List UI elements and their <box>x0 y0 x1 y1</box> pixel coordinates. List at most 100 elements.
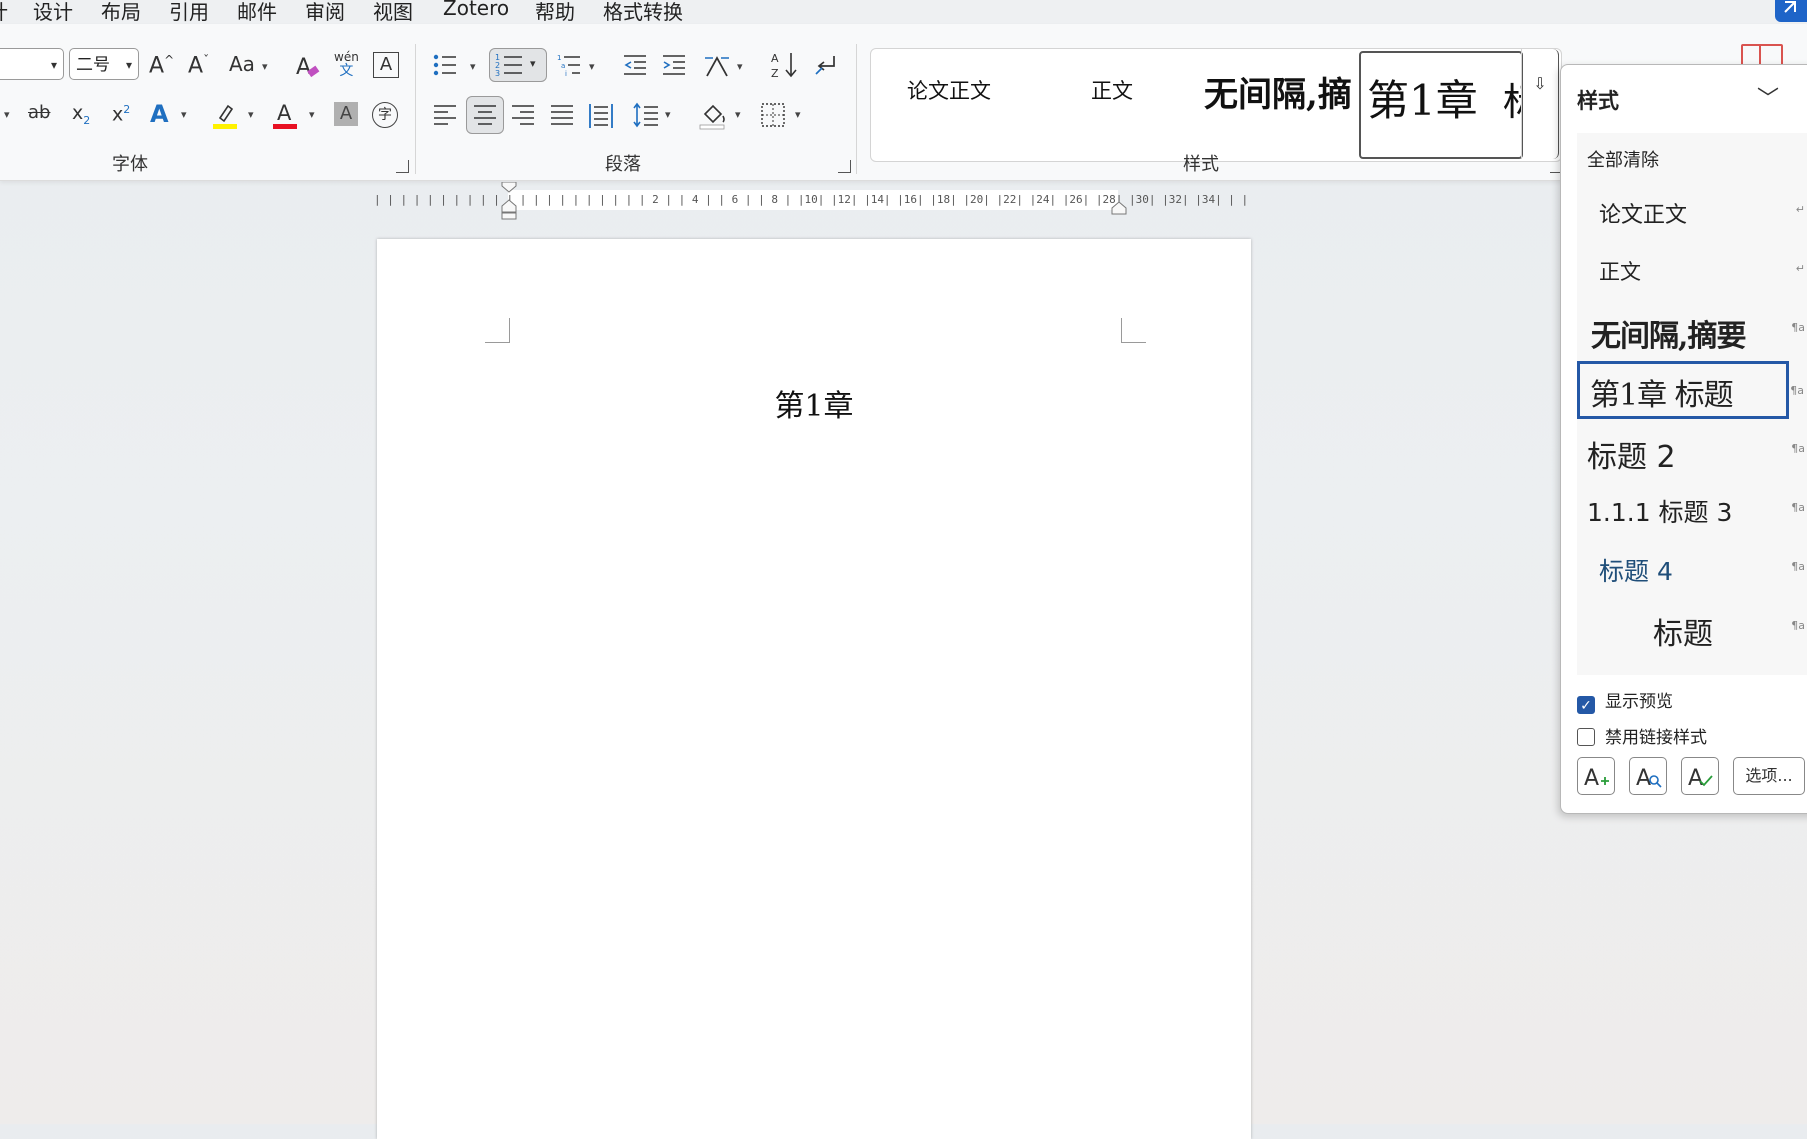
style-item-chapter-selected[interactable]: 第1章 标题 ¶a <box>1577 361 1804 419</box>
strikethrough-icon: ab <box>28 102 51 123</box>
text-effects-button[interactable]: A <box>150 102 169 126</box>
chevron-down-icon[interactable]: ▾ <box>589 60 595 73</box>
font-size-combo[interactable]: 二号 ▾ <box>69 48 139 80</box>
change-case-button[interactable]: Aa <box>229 54 255 74</box>
chapter-heading[interactable]: 第1章 <box>377 381 1251 425</box>
bullets-button[interactable] <box>432 52 458 83</box>
strikethrough-button[interactable]: ab <box>28 104 50 122</box>
menu-design[interactable]: 设计 <box>33 0 73 25</box>
align-right-button[interactable] <box>510 102 536 133</box>
show-marks-button[interactable] <box>812 52 840 83</box>
multilevel-list-button[interactable]: 1ai <box>556 52 582 83</box>
menu-view[interactable]: 视图 <box>373 0 413 25</box>
menu-zotero[interactable]: Zotero <box>443 0 509 20</box>
justify-button[interactable] <box>549 102 575 133</box>
subscript-button[interactable]: x2 <box>72 104 90 126</box>
menu-help[interactable]: 帮助 <box>535 0 575 25</box>
chevron-down-icon[interactable]: ▾ <box>181 108 187 121</box>
font-color-button[interactable]: A <box>272 100 298 135</box>
linked-style-icon: ¶a <box>1791 560 1805 573</box>
document-page[interactable]: 第1章 <box>377 239 1251 1139</box>
font-dialog-launcher-icon[interactable] <box>396 160 409 173</box>
clear-all-item[interactable]: 全部清除 <box>1577 133 1807 183</box>
styles-list[interactable]: 全部清除 论文正文 ↵ 正文 ↵ 无间隔,摘要 ¶a 第1章 标题 ¶a 标题 … <box>1577 133 1807 675</box>
styles-pane: 样式 ﹀ 全部清除 论文正文 ↵ 正文 ↵ 无间隔,摘要 ¶a 第1章 标题 ¶… <box>1560 64 1807 814</box>
group-separator <box>415 44 416 174</box>
manage-styles-button[interactable]: A <box>1681 757 1719 795</box>
highlight-button[interactable] <box>212 100 238 135</box>
right-indent-marker-icon[interactable] <box>1110 200 1130 220</box>
char-border-button[interactable]: A <box>373 52 399 78</box>
font-name-combo[interactable]: ▾ <box>0 48 64 80</box>
numbering-button[interactable]: 123 ▾ <box>489 48 547 82</box>
gallery-style-chapter-selected[interactable]: 第1章 标 <box>1359 51 1523 159</box>
new-style-button[interactable]: A <box>1577 757 1615 795</box>
chevron-down-icon[interactable]: ▾ <box>470 60 476 73</box>
svg-text:1: 1 <box>557 54 561 62</box>
menu-design-partial[interactable]: 计 <box>0 0 8 25</box>
chevron-down-icon[interactable]: ▾ <box>4 108 10 121</box>
linked-style-icon: ¶a <box>1791 619 1805 632</box>
menu-format-convert[interactable]: 格式转换 <box>603 0 683 25</box>
align-left-button[interactable] <box>432 102 458 133</box>
style-inspector-button[interactable]: A <box>1629 757 1667 795</box>
phonetic-guide-button[interactable]: wén 文 <box>334 50 359 78</box>
gallery-style-normal[interactable]: 正文 <box>1091 75 1133 105</box>
menu-references[interactable]: 引用 <box>169 0 209 25</box>
svg-text:A: A <box>1636 766 1651 791</box>
style-item-no-spacing[interactable]: 无间隔,摘要 ¶a <box>1577 301 1807 357</box>
distributed-button[interactable] <box>588 102 614 133</box>
superscript-button[interactable]: x2 <box>112 104 130 124</box>
show-preview-checkbox[interactable]: ✓ 显示预览 <box>1577 687 1673 714</box>
style-item-normal[interactable]: 正文 ↵ <box>1577 242 1807 298</box>
disable-linked-label: 禁用链接样式 <box>1605 728 1707 748</box>
sort-button[interactable]: AZ <box>770 50 798 85</box>
indent-marker-icon[interactable] <box>500 182 520 220</box>
clear-formatting-button[interactable]: A <box>294 52 322 85</box>
style-item-heading-4[interactable]: 标题 4 ¶a <box>1577 540 1807 596</box>
gallery-more-button[interactable]: ⇩ <box>1521 49 1559 159</box>
paragraph-dialog-launcher-icon[interactable] <box>838 160 851 173</box>
style-item-heading-2[interactable]: 标题 2 ¶a <box>1577 422 1807 478</box>
borders-button[interactable] <box>760 102 786 133</box>
chevron-down-icon[interactable]: ▾ <box>735 108 741 121</box>
menu-review[interactable]: 审阅 <box>305 0 345 25</box>
char-shading-button[interactable]: A <box>334 102 358 126</box>
group-separator <box>856 44 857 174</box>
share-button[interactable] <box>1775 0 1807 22</box>
menu-mailings[interactable]: 邮件 <box>237 0 277 25</box>
gallery-style-no-spacing[interactable]: 无间隔,摘 <box>1204 67 1352 116</box>
chinese-layout-button[interactable] <box>703 52 731 83</box>
style-item-thesis-body[interactable]: 论文正文 ↵ <box>1577 183 1807 239</box>
paragraph-group-label: 段落 <box>605 154 641 175</box>
paint-bucket-icon <box>699 104 725 130</box>
shading-button[interactable] <box>699 100 727 135</box>
distributed-icon <box>589 104 613 128</box>
chevron-down-icon[interactable]: ▾ <box>737 60 743 73</box>
pane-toggle-icon[interactable] <box>1741 44 1783 66</box>
disable-linked-styles-checkbox[interactable]: 禁用链接样式 <box>1577 723 1707 748</box>
chevron-down-icon[interactable]: ▾ <box>262 60 268 73</box>
chevron-down-icon[interactable]: ▾ <box>309 108 315 121</box>
horizontal-ruler[interactable]: | | | | | | | | | | | | | | | | | | | | … <box>374 182 1252 222</box>
menu-layout[interactable]: 布局 <box>101 0 141 25</box>
grow-font-button[interactable]: A^ <box>149 54 174 77</box>
line-spacing-button[interactable] <box>632 102 660 133</box>
style-item-title[interactable]: 标题 ¶a <box>1577 599 1807 655</box>
decrease-indent-button[interactable] <box>622 52 648 83</box>
gallery-style-thesis-body[interactable]: 论文正文 <box>907 75 991 105</box>
multilevel-list-icon: 1ai <box>557 54 580 78</box>
phonetic-bottom: 文 <box>339 63 354 79</box>
align-center-button[interactable] <box>466 96 504 134</box>
chevron-down-icon[interactable]: ▾ <box>248 108 254 121</box>
chevron-down-icon[interactable]: ▾ <box>795 108 801 121</box>
increase-indent-button[interactable] <box>661 52 687 83</box>
enclose-char-button[interactable]: 字 <box>372 102 398 128</box>
align-center-icon <box>474 105 496 125</box>
style-item-heading-3[interactable]: 1.1.1 标题 3 ¶a <box>1577 481 1807 537</box>
chevron-down-icon[interactable]: ▾ <box>665 108 671 121</box>
chevron-down-icon[interactable]: ﹀ <box>1757 81 1779 113</box>
options-button[interactable]: 选项... <box>1733 757 1805 795</box>
char-shading-icon: A <box>339 103 353 124</box>
shrink-font-button[interactable]: Aˇ <box>188 54 209 77</box>
